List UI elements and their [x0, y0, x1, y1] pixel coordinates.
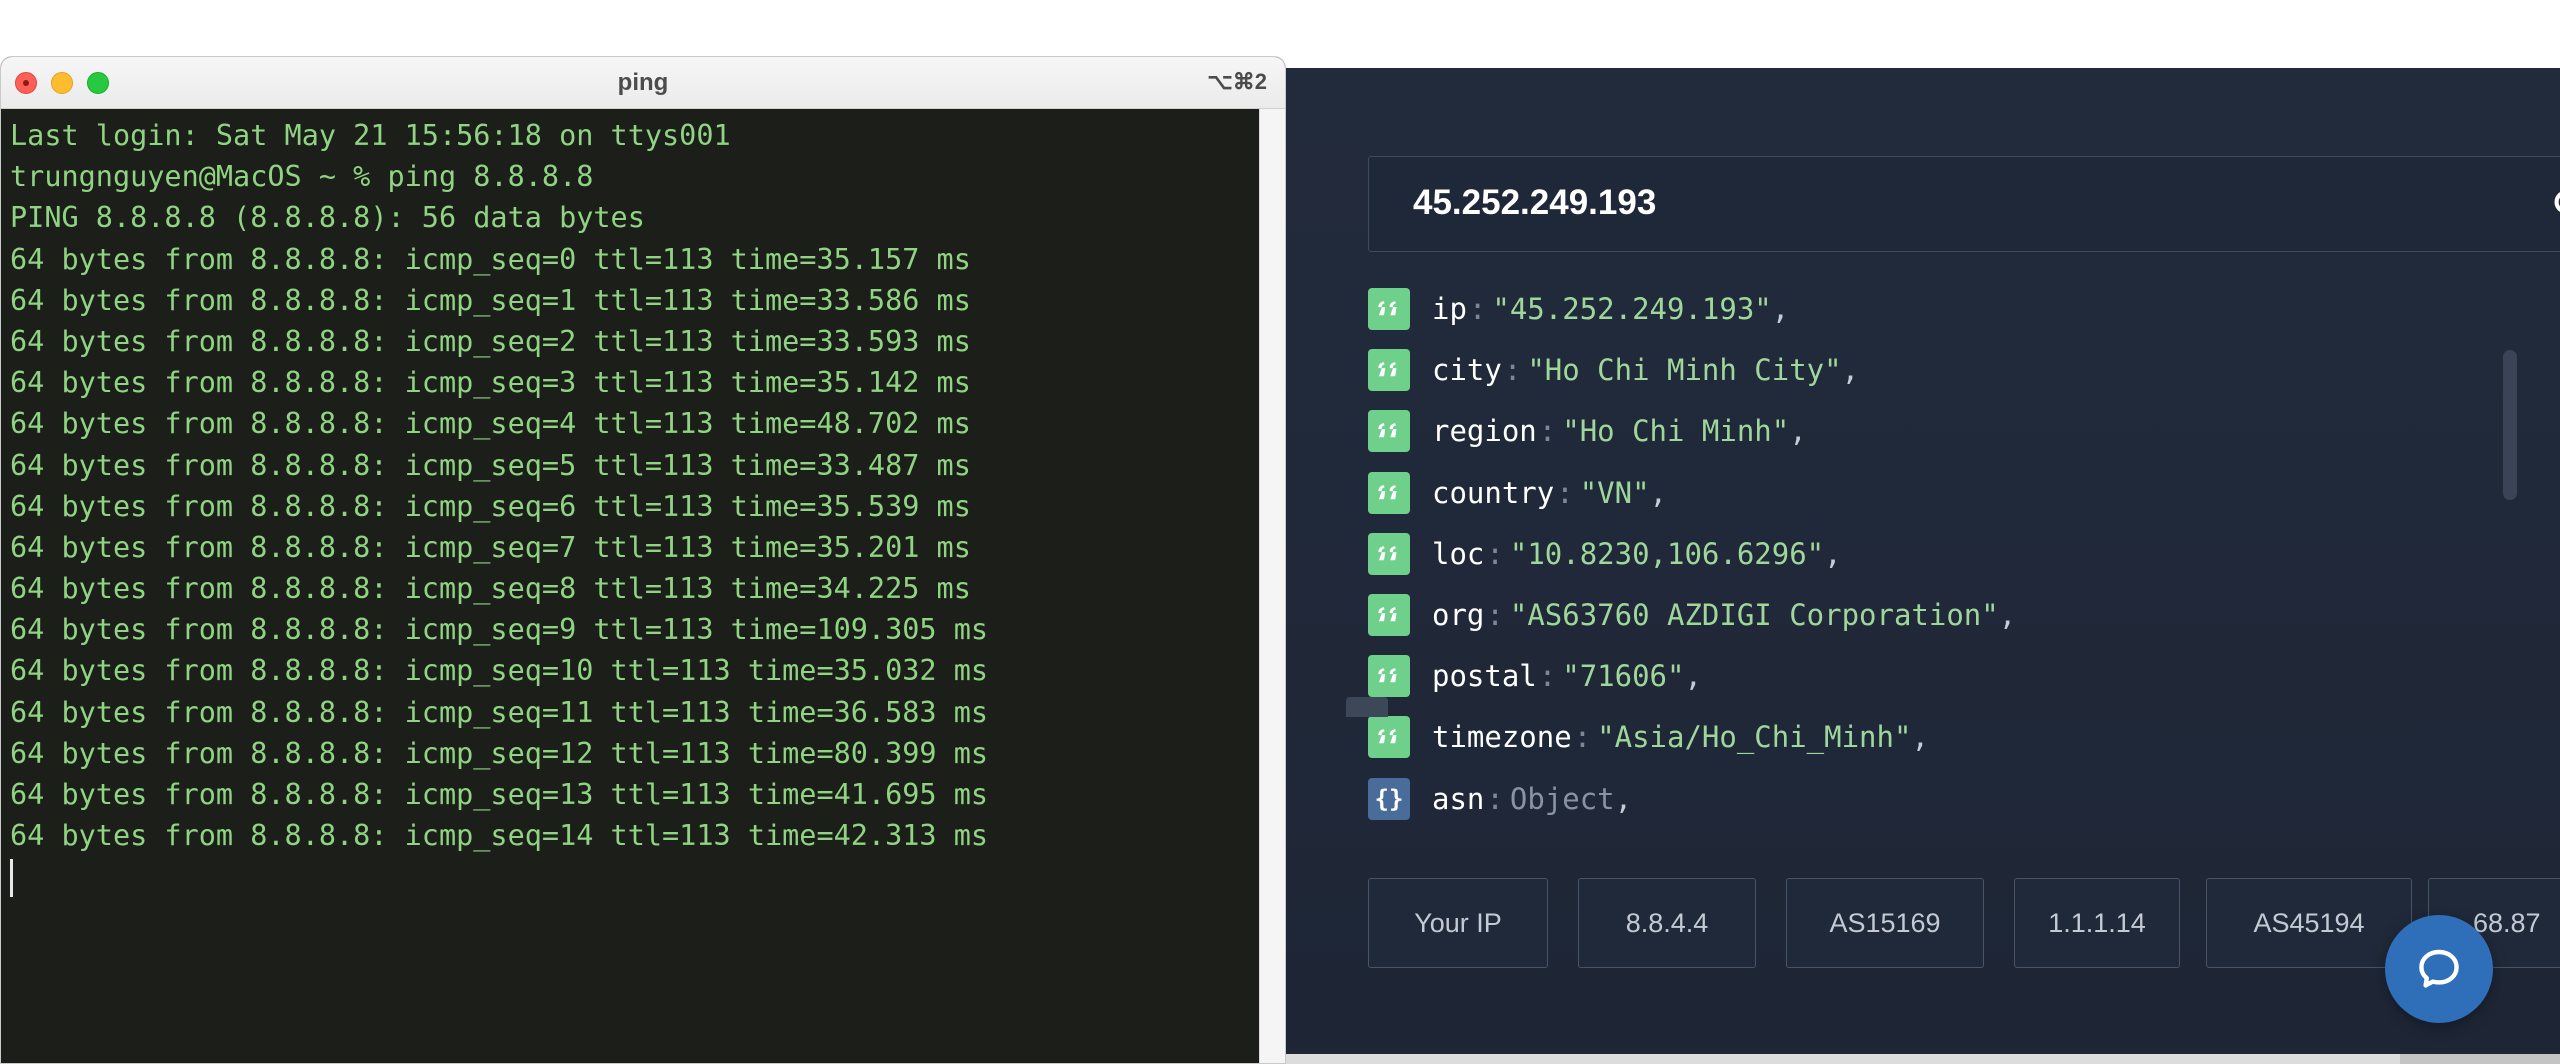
terminal-titlebar[interactable]: ping ⌥⌘2	[1, 57, 1285, 109]
example-chips: Your IP 8.8.4.4 AS15169 1.1.1.14 AS45194 68.8…	[1368, 878, 2560, 968]
example-chip[interactable]: 1.1.1.14	[2014, 878, 2180, 968]
quote-icon[interactable]	[1368, 655, 1410, 698]
example-chip[interactable]: Your IP	[1368, 878, 1548, 968]
text-cursor	[10, 859, 13, 898]
terminal-line: PING 8.8.8.8 (8.8.8.8): 56 data bytes	[10, 201, 645, 235]
json-key: loc	[1432, 536, 1485, 571]
json-field-postal[interactable]: postal: "71606",	[1368, 655, 1702, 698]
json-colon: :	[1486, 598, 1504, 632]
terminal-line: 64 bytes from 8.8.8.8: icmp_seq=9 ttl=11…	[10, 613, 989, 647]
json-colon: :	[1538, 414, 1557, 449]
terminal-line: 64 bytes from 8.8.8.8: icmp_seq=0 ttl=11…	[10, 242, 971, 276]
json-key: postal	[1432, 659, 1537, 694]
json-field-country[interactable]: country: "VN",	[1368, 471, 1667, 514]
terminal-line: 64 bytes from 8.8.8.8: icmp_seq=12 ttl=1…	[10, 736, 989, 770]
json-value: "71606"	[1562, 659, 1685, 694]
json-field-org[interactable]: org: "AS63760 AZDIGI Corporation",	[1368, 594, 2016, 636]
quote-icon[interactable]	[1368, 471, 1410, 514]
panel-bottom-bar	[1286, 1054, 2560, 1064]
terminal-shortcut: ⌥⌘2	[1207, 69, 1267, 94]
quote-icon[interactable]	[1368, 349, 1410, 392]
json-colon: :	[1573, 720, 1592, 755]
terminal-line: Last login: Sat May 21 15:56:18 on ttys0…	[10, 119, 731, 152]
example-chip[interactable]: AS45194	[2206, 878, 2412, 968]
json-key: timezone	[1432, 720, 1572, 755]
terminal-line: 64 bytes from 8.8.8.8: icmp_seq=3 ttl=11…	[10, 366, 971, 400]
terminal-output[interactable]: Last login: Sat May 21 15:56:18 on ttys0…	[10, 115, 1255, 898]
terminal-line: 64 bytes from 8.8.8.8: icmp_seq=8 ttl=11…	[10, 572, 971, 606]
ip-search-box[interactable]: 45.252.249.193	[1368, 156, 2560, 252]
json-field-region[interactable]: region: "Ho Chi Minh",	[1368, 410, 1807, 453]
json-key: asn	[1432, 781, 1485, 816]
example-chip[interactable]: 8.8.4.4	[1578, 878, 1756, 968]
json-value: "45.252.249.193"	[1492, 292, 1772, 326]
chat-button[interactable]	[2385, 915, 2493, 1023]
json-colon: :	[1556, 475, 1574, 510]
terminal-line: 64 bytes from 8.8.8.8: icmp_seq=7 ttl=11…	[10, 530, 971, 564]
terminal-line: 64 bytes from 8.8.8.8: icmp_seq=4 ttl=11…	[10, 407, 971, 441]
terminal-line: 64 bytes from 8.8.8.8: icmp_seq=11 ttl=1…	[10, 695, 989, 729]
json-comma: ,	[1684, 659, 1702, 694]
quote-icon[interactable]	[1368, 532, 1410, 575]
terminal-line: 64 bytes from 8.8.8.8: icmp_seq=10 ttl=1…	[10, 654, 989, 688]
json-value: "10.8230,106.6296"	[1509, 536, 1825, 571]
object-badge-icon[interactable]: {}	[1368, 777, 1410, 820]
json-colon: :	[1468, 292, 1487, 326]
json-value: "AS63760 AZDIGI Corporation"	[1509, 598, 1999, 632]
terminal-prompt-line[interactable]	[10, 856, 1255, 898]
quote-icon[interactable]	[1368, 410, 1410, 453]
terminal-line: 64 bytes from 8.8.8.8: icmp_seq=2 ttl=11…	[10, 324, 971, 358]
example-chip[interactable]: AS15169	[1786, 878, 1984, 968]
terminal-line: 64 bytes from 8.8.8.8: icmp_seq=6 ttl=11…	[10, 489, 971, 523]
quote-icon[interactable]	[1368, 288, 1410, 330]
json-comma: ,	[1614, 781, 1633, 816]
json-comma: ,	[1649, 475, 1667, 510]
json-value: "VN"	[1579, 475, 1650, 510]
json-colon: :	[1486, 781, 1504, 816]
json-colon: :	[1486, 536, 1504, 571]
quote-icon[interactable]	[1368, 594, 1410, 636]
json-comma: ,	[1841, 353, 1860, 388]
terminal-line: 64 bytes from 8.8.8.8: icmp_seq=13 ttl=1…	[10, 778, 989, 811]
json-field-timezone[interactable]: timezone: "Asia/Ho_Chi_Minh",	[1368, 716, 1929, 759]
json-comma: ,	[1824, 536, 1842, 571]
terminal-scrollbar[interactable]	[1259, 109, 1285, 1063]
json-comma: ,	[1911, 720, 1929, 755]
json-key: region	[1432, 414, 1537, 449]
ip-lookup-panel: 45.252.249.193 ip: "45.252.249.193", city:…	[1286, 68, 2560, 1064]
json-field-ip[interactable]: ip: "45.252.249.193",	[1368, 288, 1789, 330]
terminal-window[interactable]: ping ⌥⌘2 Last login: Sat May 21 15:56:18…	[0, 56, 1286, 1064]
json-field-asn[interactable]: {} asn: Object,	[1368, 777, 1633, 820]
json-key: org	[1432, 598, 1485, 632]
json-comma: ,	[1998, 598, 2017, 632]
json-key: city	[1432, 353, 1502, 388]
terminal-line: 64 bytes from 8.8.8.8: icmp_seq=1 ttl=11…	[10, 283, 971, 317]
terminal-title: ping	[617, 69, 669, 96]
json-field-city[interactable]: city: "Ho Chi Minh City",	[1368, 349, 1860, 392]
json-scrollbar[interactable]	[2503, 350, 2517, 500]
json-result: ip: "45.252.249.193", city: "Ho Chi Minh Ci…	[1368, 288, 2458, 850]
json-field-loc[interactable]: loc: "10.8230,106.6296",	[1368, 532, 1842, 575]
json-colon: :	[1538, 659, 1557, 694]
search-icon[interactable]	[2551, 187, 2560, 225]
json-value: "Ho Chi Minh"	[1562, 414, 1790, 449]
json-colon: :	[1503, 353, 1522, 388]
terminal-line: 64 bytes from 8.8.8.8: icmp_seq=14 ttl=1…	[10, 819, 989, 853]
json-comma: ,	[1771, 292, 1790, 326]
json-value: "Asia/Ho_Chi_Minh"	[1597, 720, 1912, 755]
ip-search-input[interactable]: 45.252.249.193	[1413, 183, 1656, 223]
partial-row-badge	[1346, 697, 1388, 717]
json-key: country	[1432, 475, 1555, 510]
json-value[interactable]: Object	[1510, 782, 1615, 816]
json-key: ip	[1432, 292, 1467, 326]
json-comma: ,	[1789, 414, 1807, 449]
quote-icon[interactable]	[1368, 716, 1410, 759]
panel-bottom-scroll	[2400, 1054, 2560, 1064]
chat-bubble-icon	[2419, 949, 2459, 988]
terminal-line: 64 bytes from 8.8.8.8: icmp_seq=5 ttl=11…	[10, 448, 971, 482]
json-value: "Ho Chi Minh City"	[1527, 353, 1842, 388]
terminal-line: trungnguyen@MacOS ~ % ping 8.8.8.8	[10, 160, 594, 194]
